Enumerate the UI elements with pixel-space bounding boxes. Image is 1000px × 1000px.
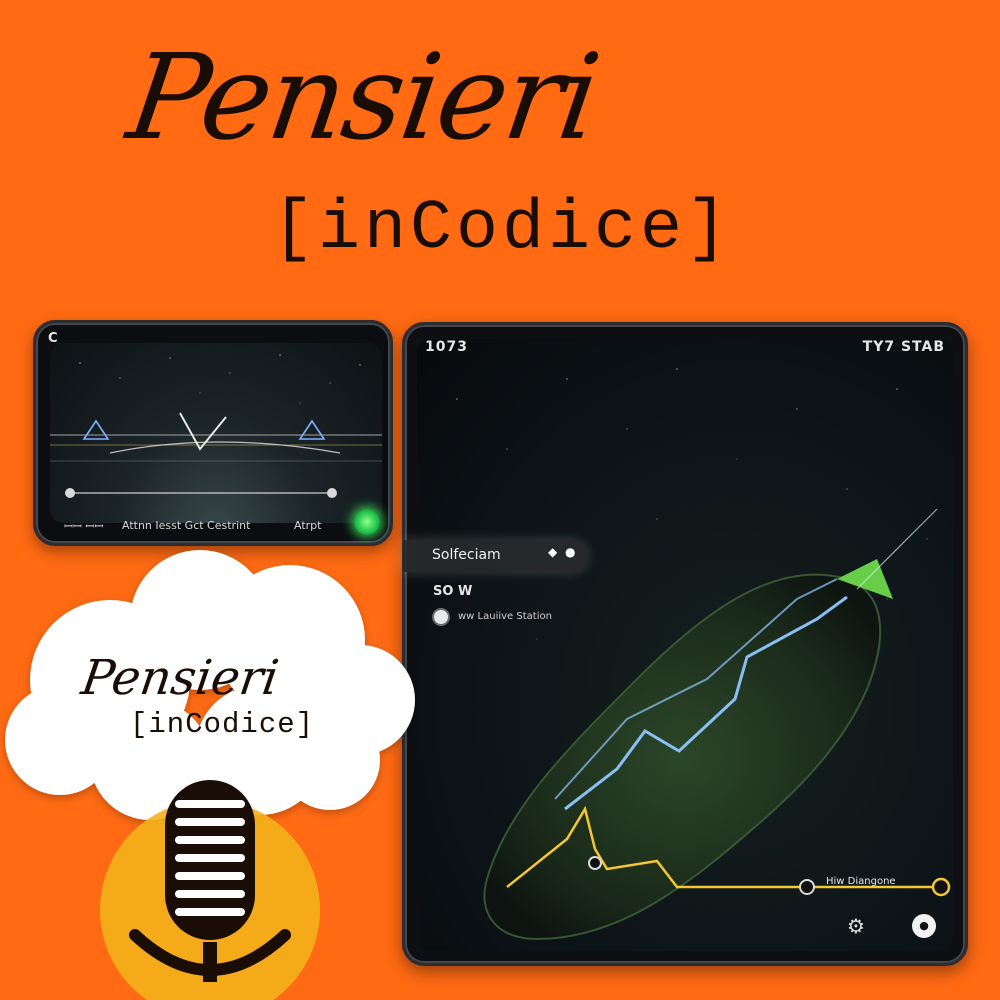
tablet-time: 1073 (425, 339, 468, 355)
small-phone-screen (50, 343, 382, 523)
route-end-label: Hiw Diangone (826, 876, 896, 887)
route-icon[interactable]: ⚙ (842, 912, 870, 940)
tablet-map[interactable] (417, 339, 953, 951)
cloud-logo-script: Pensieri (78, 650, 283, 706)
brand-title-script: Pensieri (120, 28, 606, 166)
distance-label: SO W (433, 584, 473, 599)
small-phone-status: C (48, 331, 58, 346)
cloud-logo-mono: [inCodice] (130, 708, 315, 741)
brand-title-mono: [inCodice] (272, 190, 733, 269)
pill-icons[interactable]: ◆ ● (548, 545, 578, 559)
tablet-screen (417, 339, 953, 951)
station-marker-icon[interactable] (432, 608, 450, 626)
tablet-device: 1073 TY7 STAB (402, 322, 968, 966)
record-icon[interactable]: ● (912, 914, 936, 938)
microphone-icon (100, 780, 320, 1000)
small-phone-device: C ꟷꟷ ꟷꟷ Attnn Iesst Gct Cestrint Atrpt (33, 320, 393, 546)
small-phone-scene (50, 354, 382, 498)
tablet-status: TY7 STAB (862, 339, 945, 355)
station-label: ww Lauiive Station (458, 611, 552, 622)
